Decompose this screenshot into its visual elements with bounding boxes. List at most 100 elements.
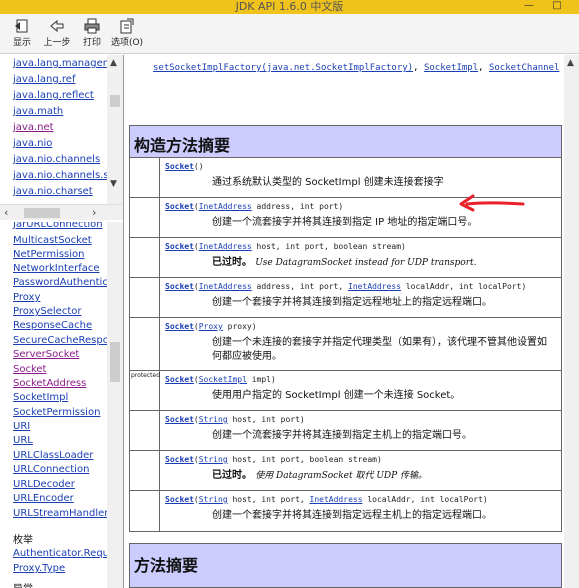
scroll-right-icon[interactable]: › [92, 206, 96, 219]
constructor-link[interactable]: Socket [165, 282, 194, 291]
table-row: Socket(InetAddress host, int port, boole… [130, 238, 561, 278]
back-button[interactable]: 上一步 [37, 18, 77, 52]
scroll-thumb[interactable] [110, 95, 120, 107]
param-type-link[interactable]: String [199, 495, 228, 504]
class-link[interactable]: SocketImpl [13, 392, 68, 403]
maximize-button[interactable]: □ [545, 0, 569, 14]
enum-link[interactable]: Proxy.Type [13, 563, 65, 574]
constructor-link[interactable]: Socket [165, 415, 194, 424]
hscroll-thumb[interactable] [24, 208, 60, 218]
minimize-button[interactable]: — [517, 0, 541, 14]
constructor-link[interactable]: Socket [165, 455, 194, 464]
constructor-link[interactable]: Socket [165, 242, 194, 251]
modifier-cell [130, 451, 160, 490]
deprecated-note: Use DatagramSocket instead for UDP trans… [255, 258, 477, 268]
constructor-description: 使用用户指定的 SocketImpl 创建一个未连接 Socket。 [212, 390, 461, 401]
constructor-link[interactable]: Socket [165, 495, 194, 504]
see-also-method-link[interactable]: setSocketImplFactory(java.net.SocketImpl… [153, 63, 413, 73]
constructor-description: 创建一个流套接字并将其连接到指定主机上的指定端口号。 [212, 430, 472, 441]
table-row: Socket(InetAddress address, int port, In… [130, 278, 561, 318]
modifier-cell [130, 238, 160, 277]
deprecated-label: 已过时。 [212, 470, 252, 481]
package-link[interactable]: java.nio.charset [13, 186, 93, 197]
class-link[interactable]: URLConnection [13, 464, 89, 475]
modifier-cell [130, 491, 160, 531]
options-button[interactable]: 选项(O) [107, 18, 147, 52]
param-type-link[interactable]: String [199, 455, 228, 464]
see-also-socketchannel-link[interactable]: SocketChannel [489, 63, 559, 73]
package-link[interactable]: java.net [13, 122, 54, 133]
see-also-socketimpl-link[interactable]: SocketImpl [424, 63, 478, 73]
constructor-link[interactable]: Socket [165, 202, 194, 211]
param-type-link[interactable]: SocketImpl [199, 375, 247, 384]
annotation-arrow-icon [459, 194, 525, 212]
param-type-link[interactable]: Proxy [199, 322, 223, 331]
options-icon [120, 18, 134, 34]
constructor-link[interactable]: Socket [165, 162, 194, 171]
show-icon [15, 19, 28, 33]
param-type-link[interactable]: String [199, 415, 228, 424]
constructor-signature: Socket() [165, 162, 204, 171]
class-link[interactable]: URLStreamHandler [13, 508, 108, 519]
class-link[interactable]: ProxySelector [13, 306, 81, 317]
class-link[interactable]: MulticastSocket [13, 235, 92, 246]
class-link[interactable]: SocketPermission [13, 407, 100, 418]
param-type-link[interactable]: InetAddress [199, 242, 252, 251]
param-type-link[interactable]: InetAddress [199, 282, 252, 291]
param-type-link[interactable]: InetAddress [310, 495, 363, 504]
constructor-signature: Socket(InetAddress address, int port, In… [165, 282, 527, 291]
constructor-link[interactable]: Socket [165, 322, 194, 331]
scroll-up-icon[interactable]: ▲ [110, 58, 117, 68]
class-list-vscrollbar[interactable] [107, 222, 123, 588]
constructor-summary-table: 构造方法摘要 Socket() 通过系统默认类型的 SocketImpl 创建未… [129, 125, 562, 532]
enum-heading: 枚举 [13, 535, 33, 546]
class-link[interactable]: URLDecoder [13, 479, 75, 490]
show-button[interactable]: 显示 [2, 18, 42, 52]
package-link[interactable]: java.nio.channels.spi [13, 170, 118, 181]
package-link[interactable]: java.lang.reflect [13, 90, 94, 101]
package-link[interactable]: java.lang.ref [13, 74, 75, 85]
exception-heading: 异常 [13, 580, 33, 588]
scroll-down-icon[interactable]: ▼ [110, 179, 117, 189]
table-row: protected Socket(SocketImpl impl) 使用用户指定… [130, 371, 561, 411]
class-link[interactable]: ResponseCache [13, 320, 92, 331]
package-list-hscrollbar[interactable]: ‹ › [0, 204, 123, 220]
back-icon [50, 19, 64, 33]
class-link[interactable]: Proxy [13, 292, 40, 303]
scroll-thumb[interactable] [110, 342, 120, 382]
scroll-left-icon[interactable]: ‹ [4, 206, 8, 219]
constructor-signature: Socket(String host, int port, InetAddres… [165, 495, 488, 504]
class-link[interactable]: URLEncoder [13, 493, 74, 504]
constructor-description: 已过时。 使用 DatagramSocket 取代 UDP 传输。 [212, 469, 552, 483]
class-link[interactable]: JarURLConnection [13, 222, 103, 230]
print-button[interactable]: 打印 [72, 18, 112, 52]
package-link[interactable]: java.math [13, 106, 63, 117]
package-list-vscrollbar[interactable]: ▲ ▼ [107, 55, 123, 205]
class-link[interactable]: URLClassLoader [13, 450, 93, 461]
class-link[interactable]: URL [13, 435, 33, 446]
table-row: Socket(String host, int port, InetAddres… [130, 491, 561, 531]
class-link[interactable]: NetPermission [13, 249, 85, 260]
class-link[interactable]: URI [13, 421, 30, 432]
app-window: JDK API 1.6.0 中文版 — □ 显示 上一步 打印 选项(O) ja… [0, 0, 579, 588]
package-link[interactable]: java.nio [13, 138, 52, 149]
class-list-pane: JarURLConnection MulticastSocket NetPerm… [0, 222, 124, 588]
table-row: Socket(String host, int port) 创建一个流套接字并将… [130, 411, 561, 451]
class-link[interactable]: SocketAddress [13, 378, 86, 389]
table-row: Socket(String host, int port, boolean st… [130, 451, 561, 491]
param-type-link[interactable]: InetAddress [348, 282, 401, 291]
table-row: Socket(Proxy proxy) 创建一个未连接的套接字并指定代理类型（如… [130, 318, 561, 371]
constructor-description: 创建一个套接字并将其连接到指定远程地址上的指定远程端口。 [212, 297, 492, 308]
scroll-up-icon[interactable]: ▲ [567, 58, 574, 68]
modifier-cell [130, 278, 160, 317]
class-link[interactable]: ServerSocket [13, 349, 79, 360]
package-link[interactable]: java.nio.channels [13, 154, 100, 165]
toolbar: 显示 上一步 打印 选项(O) [0, 14, 579, 54]
constructor-description: 创建一个未连接的套接字并指定代理类型（如果有），该代理不管其他设置如何都应被使用… [212, 337, 547, 362]
content-vscrollbar[interactable]: ▲ [564, 55, 579, 588]
constructor-link[interactable]: Socket [165, 375, 194, 384]
package-list-pane: java.lang.management java.lang.ref java.… [0, 55, 124, 222]
class-link[interactable]: NetworkInterface [13, 263, 100, 274]
class-link[interactable]: Socket [13, 364, 46, 375]
param-type-link[interactable]: InetAddress [199, 202, 252, 211]
